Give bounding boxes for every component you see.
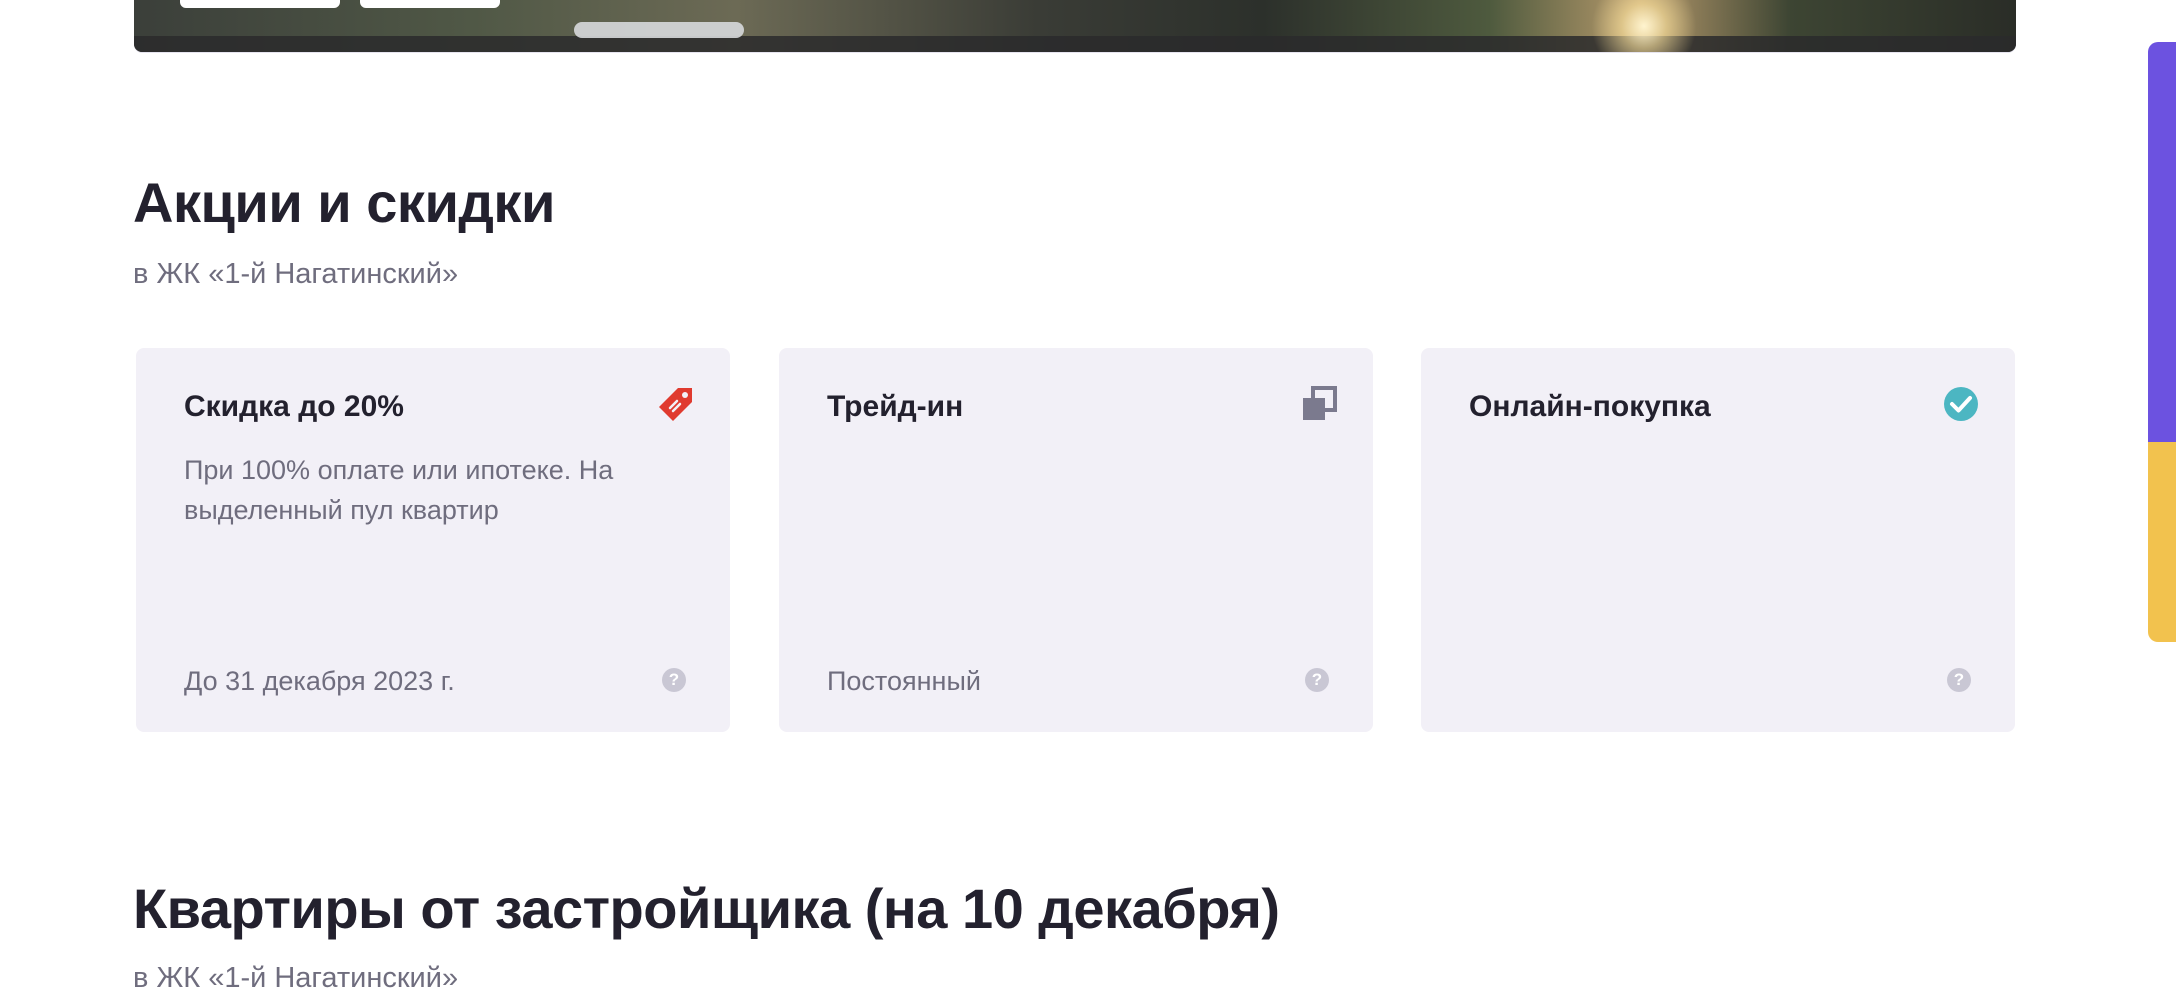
- side-widget-purple[interactable]: [2148, 42, 2176, 442]
- promo-card-trade-in[interactable]: Трейд-ин Постоянный ?: [779, 348, 1373, 732]
- promo-card-date: Постоянный: [827, 666, 981, 696]
- help-icon[interactable]: ?: [662, 668, 686, 692]
- help-icon[interactable]: ?: [1305, 668, 1329, 692]
- promo-card-title: Онлайн-покупка: [1469, 390, 1711, 423]
- hero-road: [134, 36, 2016, 52]
- hero-image-banner: [134, 0, 2016, 52]
- check-circle-icon: [1944, 387, 1978, 421]
- promo-card-title: Трейд-ин: [827, 390, 964, 423]
- trade-in-icon: [1303, 386, 1337, 420]
- promo-card-title: Скидка до 20%: [184, 390, 404, 423]
- apartments-title: Квартиры от застройщика (на 10 декабря): [133, 877, 1280, 940]
- hero-car: [574, 22, 744, 38]
- side-widget-yellow[interactable]: [2148, 442, 2176, 642]
- promo-card-description: При 100% оплате или ипотеке. На выделенн…: [184, 455, 614, 525]
- promo-card-date: До 31 декабря 2023 г.: [184, 666, 455, 696]
- hero-button-1[interactable]: [180, 0, 340, 8]
- help-icon[interactable]: ?: [1947, 668, 1971, 692]
- hero-light: [1574, 0, 1714, 52]
- promo-card-discount[interactable]: Скидка до 20% При 100% оплате или ипотек…: [136, 348, 730, 732]
- promos-title: Акции и скидки: [133, 171, 555, 234]
- promos-subtitle: в ЖК «1-й Нагатинский»: [133, 258, 459, 290]
- price-tag-icon: [659, 388, 692, 421]
- promo-card-online-purchase[interactable]: Онлайн-покупка ?: [1421, 348, 2015, 732]
- hero-button-2[interactable]: [360, 0, 500, 8]
- apartments-subtitle: в ЖК «1-й Нагатинский»: [133, 962, 459, 994]
